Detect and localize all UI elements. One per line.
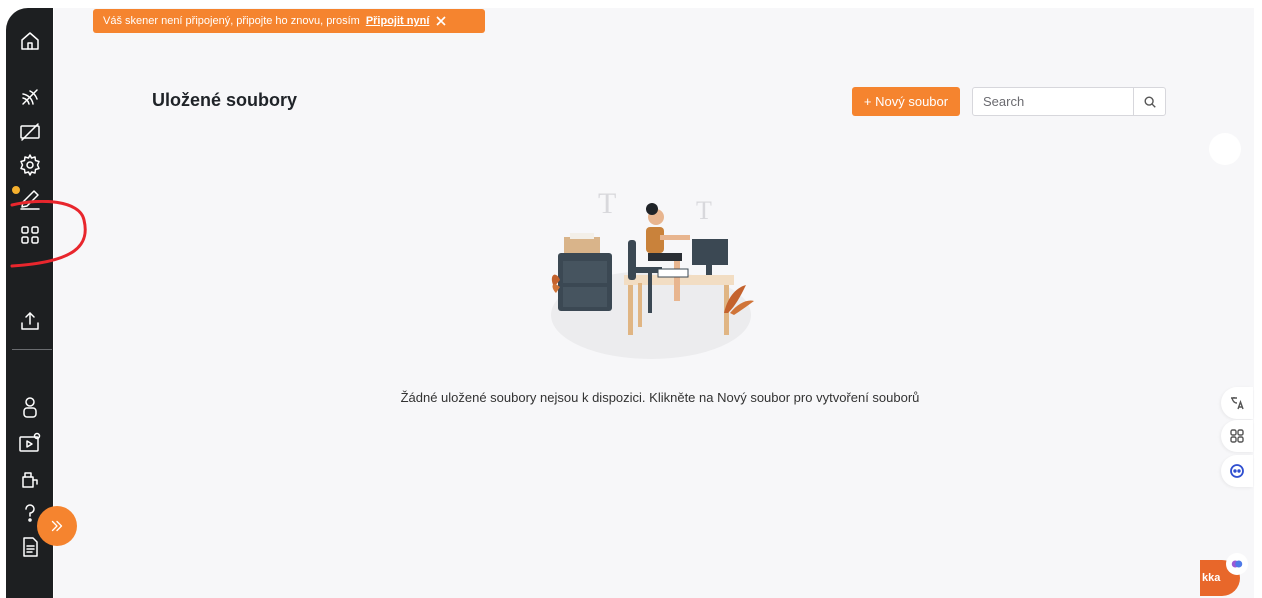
user-icon[interactable]	[15, 392, 45, 422]
scanner-warning-banner: Váš skener není připojený, připojte ho z…	[93, 9, 485, 33]
empty-state-message: Žádné uložené soubory nejsou k dispozici…	[400, 390, 920, 405]
svg-text:T: T	[696, 196, 712, 225]
close-icon[interactable]	[435, 15, 447, 27]
search-box	[972, 87, 1166, 116]
no-screen-icon[interactable]	[15, 116, 45, 146]
translate-icon	[1231, 397, 1244, 410]
empty-state-illustration: T T	[551, 187, 754, 359]
home-icon[interactable]	[15, 26, 45, 56]
app-window: Váš skener není připojený, připojte ho z…	[0, 0, 1262, 598]
bot-face-icon	[1230, 464, 1244, 478]
no-signal-icon[interactable]	[15, 82, 45, 112]
floating-circle[interactable]	[1209, 133, 1241, 165]
double-chevron-right-icon	[51, 520, 63, 532]
expand-sidebar-button[interactable]	[37, 506, 77, 546]
assistant-tool[interactable]	[1221, 455, 1253, 487]
red-annotation-mark	[10, 200, 87, 268]
apps-grid-icon	[1230, 429, 1244, 443]
tools-icon[interactable]	[15, 464, 45, 494]
settings-icon[interactable]	[15, 150, 45, 180]
brain-icon[interactable]	[1226, 553, 1248, 575]
svg-text:T: T	[598, 187, 616, 220]
upload-icon[interactable]	[15, 306, 45, 336]
assistant-label: kka	[1202, 572, 1221, 584]
sidebar-divider	[12, 349, 52, 350]
new-file-button[interactable]: + Nový soubor	[852, 87, 960, 116]
banner-message: Váš skener není připojený, připojte ho z…	[103, 15, 360, 27]
search-button[interactable]	[1133, 88, 1165, 115]
video-settings-icon[interactable]	[15, 428, 45, 458]
search-input[interactable]	[973, 88, 1133, 115]
apps-tool[interactable]	[1221, 420, 1253, 452]
translate-tool[interactable]	[1221, 387, 1253, 419]
page-title: Uložené soubory	[152, 90, 298, 110]
search-icon	[1143, 95, 1156, 108]
connect-now-link[interactable]: Připojit nyní	[366, 15, 430, 27]
